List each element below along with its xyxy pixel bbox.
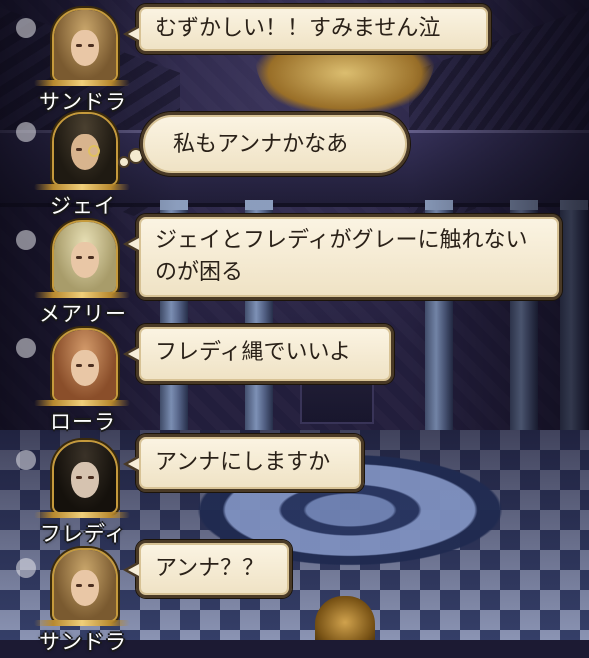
unread-dot-icon — [16, 450, 36, 470]
speaker-name: フレディ — [39, 522, 127, 546]
speaker-name: ジェイ — [50, 194, 116, 218]
speech-bubble[interactable]: アンナにしますか — [123, 434, 364, 492]
message-text: フレディ縄でいいよ — [155, 340, 352, 365]
chat-message: ジェイ 私もアンナかなあ — [0, 112, 589, 222]
speaker-name: メアリー — [39, 302, 127, 326]
unread-dot-icon — [16, 122, 36, 142]
message-text: ジェイとフレディがグレーに触れないのが困る — [155, 228, 528, 285]
sandra-portrait-icon[interactable] — [52, 548, 118, 622]
chat-message: サンドラ アンナ？？ — [0, 540, 589, 658]
message-text: アンナ？？ — [155, 556, 265, 581]
speaker-name: ローラ — [50, 410, 116, 434]
message-text: 私もアンナかなあ — [173, 132, 349, 157]
chat-message: ローラ フレディ縄でいいよ — [0, 324, 589, 438]
message-text: アンナにしますか — [155, 450, 331, 475]
speech-bubble[interactable]: アンナ？？ — [123, 540, 292, 598]
chat-message: フレディ アンナにしますか — [0, 434, 589, 550]
chat-log[interactable]: サンドラ むずかしい！！すみません泣 ジェイ 私もアンナかなあ メアリー ジェイ… — [0, 0, 589, 654]
jay-portrait-icon[interactable] — [52, 112, 118, 186]
thought-bubble[interactable]: 私もアンナかなあ — [140, 112, 410, 176]
chat-message: メアリー ジェイとフレディがグレーに触れないのが困る — [0, 214, 589, 330]
speaker-name: サンドラ — [39, 630, 127, 654]
mary-portrait-icon[interactable] — [52, 220, 118, 294]
speech-bubble[interactable]: ジェイとフレディがグレーに触れないのが困る — [123, 214, 562, 300]
speech-bubble[interactable]: フレディ縄でいいよ — [123, 324, 394, 384]
unread-dot-icon — [16, 338, 36, 358]
speech-bubble[interactable]: むずかしい！！すみません泣 — [123, 4, 491, 54]
freddie-portrait-icon[interactable] — [52, 440, 118, 514]
unread-dot-icon — [16, 18, 36, 38]
chat-message: サンドラ むずかしい！！すみません泣 — [0, 0, 589, 114]
message-text: むずかしい！！すみません泣 — [155, 16, 441, 41]
sandra-portrait-icon[interactable] — [52, 8, 118, 82]
unread-dot-icon — [16, 558, 36, 578]
unread-dot-icon — [16, 230, 36, 250]
laura-portrait-icon[interactable] — [52, 328, 118, 402]
